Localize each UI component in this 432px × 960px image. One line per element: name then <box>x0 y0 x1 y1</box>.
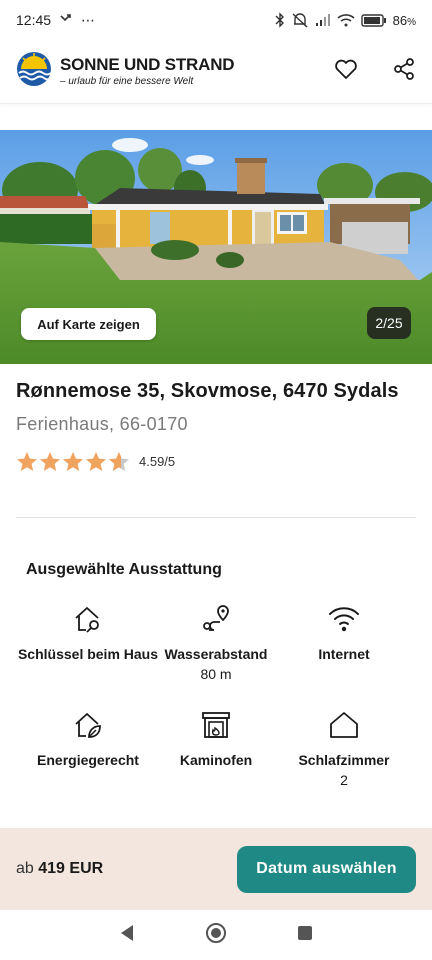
house-outline-icon <box>330 712 358 738</box>
missed-call-icon <box>59 12 73 29</box>
bluetooth-icon <box>275 12 285 28</box>
wifi-status-icon <box>337 13 355 27</box>
feature-fireplace: Kaminofen <box>144 710 288 770</box>
price-prefix: ab <box>16 860 34 877</box>
share-button[interactable] <box>392 58 416 85</box>
wifi-icon <box>329 607 359 632</box>
feature-value: 80 m <box>200 666 232 682</box>
brand-name: SONNE UND STRAND <box>60 54 235 74</box>
app-header: SONNE UND STRAND – urlaub für eine besse… <box>0 40 432 104</box>
feature-energy-efficient: Energiegerecht <box>16 710 160 770</box>
feature-water-distance: Wasserabstand 80 m <box>144 604 288 684</box>
star-icon <box>17 452 37 471</box>
show-on-map-button[interactable]: Auf Karte zeigen <box>21 308 156 340</box>
feature-internet: Internet <box>272 604 416 664</box>
star-icon <box>86 452 106 471</box>
price: ab 419 EUR <box>16 860 103 878</box>
back-icon[interactable] <box>119 924 135 947</box>
price-amount: 419 EUR <box>38 860 104 877</box>
listing-subtitle: Ferienhaus, 66-0170 <box>16 414 188 434</box>
feature-bedrooms: Schlafzimmer 2 <box>272 710 416 790</box>
feature-label: Energiegerecht <box>37 752 139 768</box>
home-icon[interactable] <box>205 922 227 949</box>
booking-bar: ab 419 EUR Datum auswählen <box>0 828 432 910</box>
feature-label: Schlafzimmer <box>298 752 390 768</box>
share-icon <box>393 58 415 85</box>
feature-label: Kaminofen <box>179 752 253 768</box>
feature-label: Wasserabstand <box>164 646 268 662</box>
feature-label: Internet <box>318 646 370 662</box>
feature-key-at-house: Schlüssel beim Haus <box>16 604 160 664</box>
signal-icon <box>315 13 331 27</box>
system-nav-bar <box>0 910 432 960</box>
mute-icon <box>291 12 309 28</box>
feature-value: 2 <box>340 772 348 788</box>
battery-icon <box>360 13 387 27</box>
feature-label: Schlüssel beim Haus <box>17 646 159 662</box>
rating[interactable]: 4.59/5 <box>16 451 175 472</box>
heart-icon <box>334 58 358 85</box>
battery-percent: 86% <box>392 12 416 28</box>
house-key-icon <box>75 607 99 633</box>
clock: 12:45 <box>16 12 52 28</box>
select-date-button[interactable]: Datum auswählen <box>237 845 416 893</box>
photo-counter: 2/25 <box>367 307 411 339</box>
star-icon <box>63 452 83 471</box>
rating-value: 4.59/5 <box>139 454 176 469</box>
fireplace-icon <box>202 712 230 738</box>
status-bar: 12:45 ⋯ 86% <box>0 0 432 40</box>
house-leaf-icon <box>75 713 101 738</box>
recents-icon[interactable] <box>297 925 313 946</box>
photo-gallery[interactable]: Auf Karte zeigen 2/25 <box>0 130 432 364</box>
brand-tagline: – urlaub für eine bessere Welt <box>60 76 194 88</box>
favorite-button[interactable] <box>334 58 358 85</box>
star-icon <box>40 452 60 471</box>
features-title: Ausgewählte Ausstattung <box>26 561 222 578</box>
more-notifications: ⋯ <box>81 11 96 28</box>
brand-logo[interactable]: SONNE UND STRAND – urlaub für eine besse… <box>16 51 235 92</box>
sun-sea-logo-icon <box>16 51 52 92</box>
listing-title: Rønnemose 35, Skovmose, 6470 Sydals <box>16 380 399 402</box>
star-half-icon <box>109 452 129 471</box>
route-pin-icon <box>203 605 229 631</box>
divider <box>16 517 416 518</box>
